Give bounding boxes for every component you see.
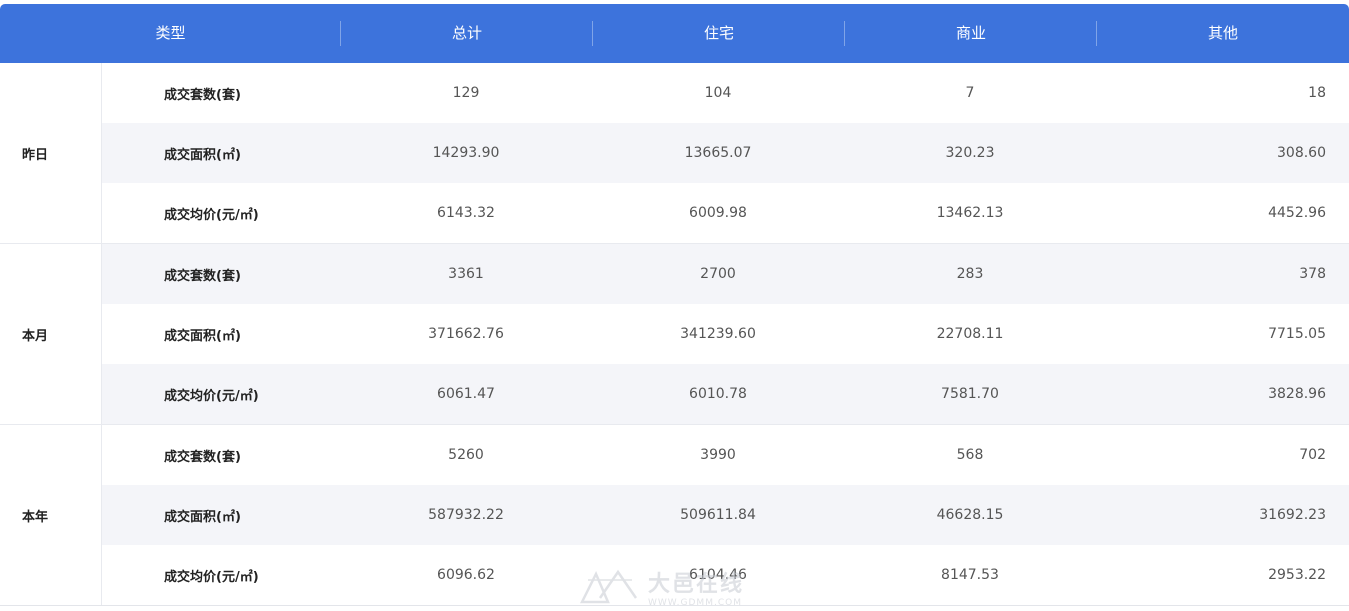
- header-total: 总计: [341, 4, 593, 63]
- cell-other: 308.60: [1277, 145, 1326, 161]
- header-commercial: 商业: [845, 4, 1097, 63]
- cell-total: 129: [452, 85, 480, 101]
- table-row: 成交套数(套) 129 104 7 18: [102, 63, 1349, 123]
- period-label: 本年: [0, 425, 102, 605]
- period-label: 本月: [0, 244, 102, 424]
- metric-label: 成交面积(㎡): [164, 328, 241, 344]
- header-type: 类型: [0, 4, 341, 63]
- table-row: 成交均价(元/㎡) 6096.62 6104.46 8147.53 2953.2…: [102, 545, 1349, 605]
- cell-total: 6096.62: [437, 567, 495, 583]
- header-residential: 住宅: [593, 4, 845, 63]
- table-header: 类型 总计 住宅 商业 其他: [0, 4, 1349, 63]
- cell-commercial: 13462.13: [936, 205, 1004, 221]
- cell-residential: 13665.07: [684, 145, 752, 161]
- cell-total: 371662.76: [428, 326, 504, 342]
- cell-other: 18: [1308, 85, 1326, 101]
- cell-residential: 6010.78: [689, 386, 747, 402]
- cell-commercial: 22708.11: [936, 326, 1004, 342]
- metric-label: 成交套数(套): [164, 268, 241, 284]
- cell-total: 5260: [448, 447, 484, 463]
- table-body: 昨日 成交套数(套) 129 104 7 18 成交面积(㎡) 14293.90…: [0, 63, 1349, 606]
- cell-commercial: 46628.15: [936, 507, 1004, 523]
- cell-other: 702: [1299, 447, 1326, 463]
- cell-residential: 104: [704, 85, 732, 101]
- metric-label: 成交均价(元/㎡): [164, 569, 259, 585]
- table-row: 成交面积(㎡) 587932.22 509611.84 46628.15 316…: [102, 485, 1349, 545]
- table-row: 成交面积(㎡) 14293.90 13665.07 320.23 308.60: [102, 123, 1349, 183]
- cell-commercial: 7: [965, 85, 975, 101]
- cell-total: 6061.47: [437, 386, 495, 402]
- period-group: 本月 成交套数(套) 3361 2700 283 378 成交面积(㎡) 371…: [0, 244, 1349, 425]
- cell-other: 7715.05: [1268, 326, 1326, 342]
- cell-other: 378: [1299, 266, 1326, 282]
- cell-residential: 6009.98: [689, 205, 747, 221]
- metric-label: 成交套数(套): [164, 449, 241, 465]
- table-row: 成交套数(套) 3361 2700 283 378: [102, 244, 1349, 304]
- cell-residential: 509611.84: [680, 507, 756, 523]
- cell-residential: 6104.46: [689, 567, 747, 583]
- cell-commercial: 568: [956, 447, 984, 463]
- cell-other: 4452.96: [1268, 205, 1326, 221]
- cell-total: 14293.90: [432, 145, 500, 161]
- metric-label: 成交面积(㎡): [164, 509, 241, 525]
- cell-other: 2953.22: [1268, 567, 1326, 583]
- cell-commercial: 283: [956, 266, 984, 282]
- cell-residential: 3990: [700, 447, 736, 463]
- table-row: 成交面积(㎡) 371662.76 341239.60 22708.11 771…: [102, 304, 1349, 364]
- metric-label: 成交套数(套): [164, 87, 241, 103]
- table-row: 成交均价(元/㎡) 6143.32 6009.98 13462.13 4452.…: [102, 183, 1349, 243]
- cell-total: 6143.32: [437, 205, 495, 221]
- period-label: 昨日: [0, 63, 102, 243]
- cell-commercial: 8147.53: [941, 567, 999, 583]
- period-group: 昨日 成交套数(套) 129 104 7 18 成交面积(㎡) 14293.90…: [0, 63, 1349, 244]
- cell-commercial: 320.23: [945, 145, 995, 161]
- period-group: 本年 成交套数(套) 5260 3990 568 702 成交面积(㎡) 587…: [0, 425, 1349, 606]
- cell-residential: 2700: [700, 266, 736, 282]
- cell-total: 587932.22: [428, 507, 504, 523]
- header-other: 其他: [1207, 24, 1238, 42]
- cell-total: 3361: [448, 266, 484, 282]
- cell-residential: 341239.60: [680, 326, 756, 342]
- metric-label: 成交均价(元/㎡): [164, 388, 259, 404]
- cell-commercial: 7581.70: [941, 386, 999, 402]
- housing-transaction-table: 类型 总计 住宅 商业 其他 昨日 成交套数(套) 129 104 7 18 成…: [0, 4, 1349, 606]
- metric-label: 成交均价(元/㎡): [164, 207, 259, 223]
- table-row: 成交套数(套) 5260 3990 568 702: [102, 425, 1349, 485]
- table-row: 成交均价(元/㎡) 6061.47 6010.78 7581.70 3828.9…: [102, 364, 1349, 424]
- cell-other: 31692.23: [1259, 507, 1326, 523]
- cell-other: 3828.96: [1268, 386, 1326, 402]
- metric-label: 成交面积(㎡): [164, 147, 241, 163]
